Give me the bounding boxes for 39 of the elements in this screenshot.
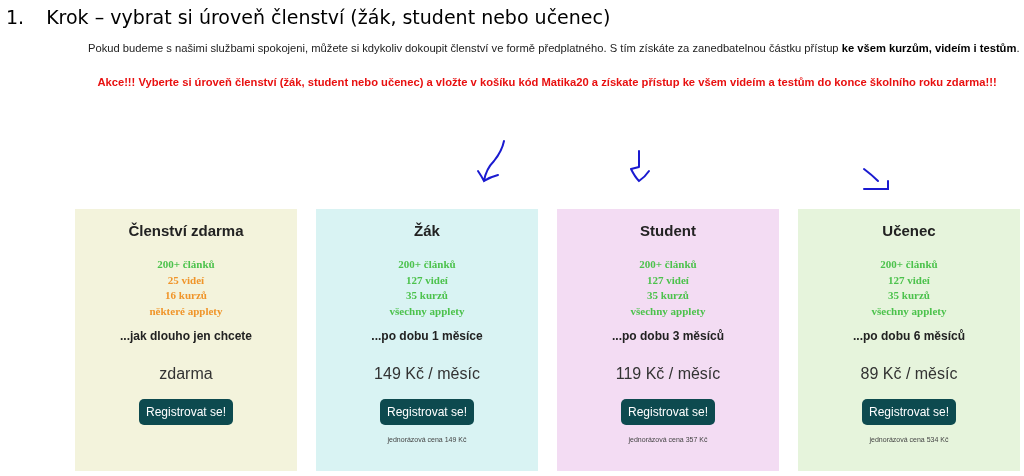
plan-feature: 127 videí [647, 272, 689, 288]
plan-price: 119 Kč / měsíc [615, 365, 721, 384]
hand-drawn-arrow-icon [630, 150, 650, 182]
plan-feature: některé applety [149, 303, 223, 319]
plan-duration: ...po dobu 6 měsíců [853, 329, 965, 344]
plan-feature: 35 kurzů [888, 288, 930, 304]
plan-title: Žák [414, 222, 440, 239]
plan-price: 89 Kč / měsíc [860, 365, 958, 384]
plan-feature: 127 videí [406, 272, 448, 288]
register-button[interactable]: Registrovat se! [861, 399, 956, 426]
register-button[interactable]: Registrovat se! [138, 399, 233, 426]
register-button[interactable]: Registrovat se! [379, 399, 474, 426]
step-number: 1. [6, 6, 25, 28]
plan-feature: 25 videí [167, 272, 205, 288]
plan-feature: všechny applety [630, 303, 706, 319]
plan-title: Student [640, 222, 696, 239]
step-heading: Krok – vybrat si úroveň členství (žák, student nebo učenec) [46, 6, 611, 28]
plan-feature: všechny applety [871, 303, 947, 319]
plan-feature: 35 kurzů [647, 288, 689, 304]
plan-title: Členství zdarma [128, 222, 244, 239]
promo-text: Akce!!! Vyberte si úroveň členství (žák, student nebo učenec) a vložte v košíku kód Matika20 a získate přístup ke všem videím a testům do konce školního roku zdarma!!! [96, 76, 998, 88]
plan-price: zdarma [159, 365, 213, 384]
plan-title: Učenec [882, 222, 936, 239]
plan-feature: 127 videí [888, 272, 930, 288]
hand-drawn-arrow-icon [863, 168, 889, 190]
intro-paragraph: Pokud budeme s našimi službami spokojeni, můžete si kdykoliv dokoupit členství ve formě předplatného. S tím získáte za zanedbatelnou částku přístup ke všem kurzům, videím i testům. [88, 42, 1018, 54]
plan-feature: 16 kurzů [165, 288, 207, 304]
plan-duration: ...po dobu 3 měsíců [612, 329, 724, 344]
plan-feature: 200+ článků [157, 257, 215, 272]
hand-drawn-arrow-icon [477, 140, 505, 182]
plan-price: 149 Kč / měsíc [374, 365, 480, 384]
plan-feature: 200+ článků [639, 257, 697, 272]
plan-duration: ...po dobu 1 měsíce [371, 329, 483, 344]
plan-feature: všechny applety [389, 303, 465, 319]
plan-feature: 200+ článků [880, 257, 938, 272]
plan-duration: ...jak dlouho jen chcete [120, 329, 252, 344]
plan-feature: 35 kurzů [406, 288, 448, 304]
plan-feature: 200+ článků [398, 257, 456, 272]
register-button[interactable]: Registrovat se! [620, 399, 715, 426]
